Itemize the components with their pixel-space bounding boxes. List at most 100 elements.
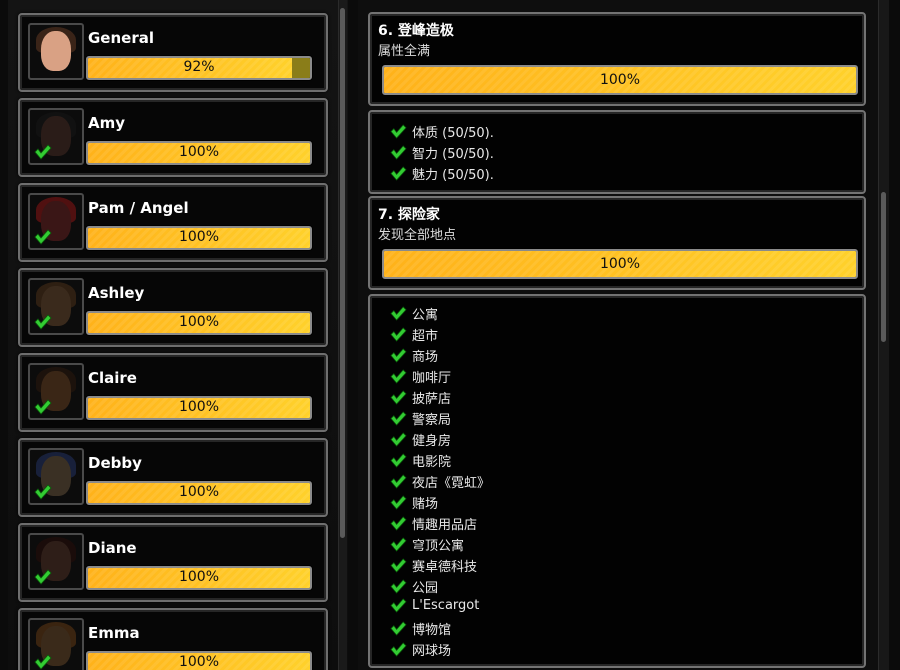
achievement-panel: 6. 登峰造极 属性全满 100% 体质 (50/50). 智力 (50/50). 魅力 …	[358, 0, 878, 670]
check-icon	[390, 642, 407, 657]
requirement-label: 咖啡厅	[412, 371, 452, 386]
requirement-item: 博物馆	[390, 619, 451, 639]
character-card[interactable]: Ashley 100%	[18, 268, 328, 347]
character-card[interactable]: Diane 100%	[18, 523, 328, 602]
requirement-label: 网球场	[412, 644, 452, 659]
check-icon	[34, 144, 52, 160]
character-name: General	[88, 29, 154, 47]
character-list-panel: General 92% Amy 100% Pam / Angel 100% Ashley 10…	[8, 0, 348, 670]
requirement-label: L'Escargot	[412, 598, 480, 613]
progress-bar: 92%	[86, 56, 312, 80]
requirement-label: 魅力 (50/50).	[412, 168, 494, 183]
check-icon	[390, 579, 407, 594]
requirement-item: 电影院	[390, 451, 451, 471]
check-icon	[390, 621, 407, 636]
check-icon	[390, 495, 407, 510]
requirement-label: 警察局	[412, 413, 452, 428]
character-portrait	[28, 618, 84, 670]
character-portrait	[28, 193, 84, 250]
character-portrait	[28, 448, 84, 505]
requirement-item: 魅力 (50/50).	[390, 164, 494, 184]
character-portrait	[28, 278, 84, 335]
check-icon	[34, 399, 52, 415]
progress-bar: 100%	[86, 651, 312, 670]
achievement-header: 6. 登峰造极 属性全满 100%	[368, 12, 866, 106]
progress-label: 100%	[178, 654, 220, 670]
requirement-label: 赌场	[412, 497, 439, 512]
requirement-list: 公寓 超市 商场 咖啡厅 披萨店 警察局 健身房 电影院 夜店《霓虹》 赌场 情趣用品店 穹顶公寓 赛卓…	[368, 294, 866, 668]
check-icon	[390, 598, 407, 613]
achievement-description: 发现全部地点	[378, 228, 457, 243]
character-portrait	[28, 533, 84, 590]
progress-label: 100%	[178, 314, 220, 330]
progress-bar: 100%	[382, 249, 858, 279]
requirement-item: 公园	[390, 577, 438, 597]
requirement-item: 赛卓德科技	[390, 556, 477, 576]
progress-label: 100%	[178, 144, 220, 160]
right-scrollbar[interactable]	[878, 0, 889, 670]
right-scrollbar-thumb[interactable]	[881, 192, 886, 342]
character-card[interactable]: Debby 100%	[18, 438, 328, 517]
requirement-item: L'Escargot	[390, 598, 479, 618]
achievement-title: 6. 登峰造极	[378, 23, 454, 39]
progress-bar: 100%	[382, 65, 858, 95]
character-card[interactable]: General 92%	[18, 13, 328, 92]
check-icon	[390, 474, 407, 489]
character-name: Diane	[88, 539, 137, 557]
achievement-title: 7. 探险家	[378, 207, 440, 223]
check-icon	[390, 327, 407, 342]
progress-bar: 100%	[86, 311, 312, 335]
check-icon	[390, 145, 407, 160]
achievement-header: 7. 探险家发现全部地点 100%	[368, 196, 866, 290]
requirement-label: 商场	[412, 350, 439, 365]
character-card[interactable]: Amy 100%	[18, 98, 328, 177]
progress-label: 100%	[599, 256, 641, 272]
requirement-label: 公寓	[412, 308, 439, 323]
check-icon	[34, 229, 52, 245]
left-scrollbar-thumb[interactable]	[340, 8, 345, 538]
achievement-description: 属性全满	[378, 44, 431, 59]
check-icon	[390, 453, 407, 468]
requirement-label: 披萨店	[412, 392, 452, 407]
requirement-label: 体质 (50/50).	[412, 126, 494, 141]
requirement-label: 健身房	[412, 434, 452, 449]
requirement-item: 赌场	[390, 493, 438, 513]
progress-bar: 100%	[86, 141, 312, 165]
requirement-item: 公寓	[390, 304, 438, 324]
requirement-label: 电影院	[412, 455, 452, 470]
requirement-item: 咖啡厅	[390, 367, 451, 387]
progress-bar: 100%	[86, 226, 312, 250]
requirement-label: 夜店《霓虹》	[412, 476, 491, 491]
left-scrollbar[interactable]	[338, 0, 347, 670]
character-name: Ashley	[88, 284, 145, 302]
requirement-label: 超市	[412, 329, 439, 344]
character-card[interactable]: Claire 100%	[18, 353, 328, 432]
character-portrait	[28, 363, 84, 420]
check-icon	[390, 166, 407, 181]
progress-bar: 100%	[86, 481, 312, 505]
requirement-label: 赛卓德科技	[412, 560, 478, 575]
character-card[interactable]: Pam / Angel 100%	[18, 183, 328, 262]
check-icon	[34, 569, 52, 585]
requirement-item: 披萨店	[390, 388, 451, 408]
character-card[interactable]: Emma 100%	[18, 608, 328, 670]
check-icon	[390, 124, 407, 139]
requirement-item: 穹顶公寓	[390, 535, 464, 555]
check-icon	[390, 411, 407, 426]
requirement-item: 健身房	[390, 430, 451, 450]
requirement-item: 超市	[390, 325, 438, 345]
requirement-item: 警察局	[390, 409, 451, 429]
progress-label: 100%	[178, 399, 220, 415]
character-name: Debby	[88, 454, 142, 472]
progress-label: 100%	[599, 72, 641, 88]
check-icon	[390, 537, 407, 552]
requirement-label: 公园	[412, 581, 439, 596]
check-icon	[34, 654, 52, 670]
progress-label: 92%	[183, 59, 215, 75]
character-name: Pam / Angel	[88, 199, 189, 217]
check-icon	[34, 484, 52, 500]
character-list: General 92% Amy 100% Pam / Angel 100% Ashley 10…	[18, 13, 328, 670]
requirement-item: 体质 (50/50).	[390, 122, 494, 142]
requirement-item: 智力 (50/50).	[390, 143, 494, 163]
portrait-face	[41, 31, 71, 71]
